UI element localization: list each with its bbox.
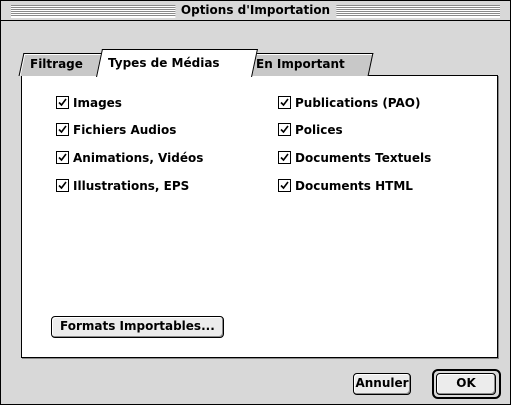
media-types-panel: Images Fichiers Audios Animations, Vidéo… <box>21 75 498 358</box>
tab-types-de-medias[interactable]: Types de Médias <box>96 49 258 77</box>
checkbox-publications-pao-label: Publications (PAO) <box>295 96 421 110</box>
checkbox-documents-html[interactable]: Documents HTML <box>278 178 413 194</box>
checkbox-checked-icon <box>278 123 291 136</box>
checkbox-checked-icon <box>56 151 69 164</box>
tab-en-important[interactable]: En Important <box>244 53 374 76</box>
import-options-window: Options d'Importation Filtrage Types de … <box>0 0 511 405</box>
checkbox-checked-icon <box>56 96 69 109</box>
formats-importables-button[interactable]: Formats Importables... <box>51 316 224 338</box>
checkbox-fichiers-audios-label: Fichiers Audios <box>73 123 177 137</box>
checkbox-illustrations-eps-label: Illustrations, EPS <box>73 179 190 193</box>
tab-en-important-label: En Important <box>256 57 345 71</box>
checkbox-fichiers-audios[interactable]: Fichiers Audios <box>56 122 176 138</box>
checkbox-illustrations-eps[interactable]: Illustrations, EPS <box>56 178 189 194</box>
ok-button[interactable]: OK <box>436 373 496 395</box>
checkbox-documents-html-label: Documents HTML <box>295 179 413 193</box>
checkbox-checked-icon <box>56 179 69 192</box>
checkbox-images[interactable]: Images <box>56 95 122 111</box>
checkbox-publications-pao[interactable]: Publications (PAO) <box>278 95 420 111</box>
checkbox-animations-videos-label: Animations, Vidéos <box>73 151 204 165</box>
cancel-button[interactable]: Annuler <box>353 373 411 395</box>
title-bar[interactable]: Options d'Importation <box>1 1 510 21</box>
checkbox-documents-textuels[interactable]: Documents Textuels <box>278 150 431 166</box>
window-title: Options d'Importation <box>174 1 337 20</box>
checkbox-animations-videos[interactable]: Animations, Vidéos <box>56 150 203 166</box>
checkbox-checked-icon <box>56 123 69 136</box>
checkbox-checked-icon <box>278 151 291 164</box>
tab-filtrage-label: Filtrage <box>30 57 83 71</box>
checkbox-polices[interactable]: Polices <box>278 122 343 138</box>
checkbox-documents-textuels-label: Documents Textuels <box>295 151 432 165</box>
checkbox-images-label: Images <box>73 96 122 110</box>
checkbox-polices-label: Polices <box>295 123 343 137</box>
tab-types-de-medias-label: Types de Médias <box>108 56 220 70</box>
checkbox-checked-icon <box>278 96 291 109</box>
checkbox-checked-icon <box>278 179 291 192</box>
